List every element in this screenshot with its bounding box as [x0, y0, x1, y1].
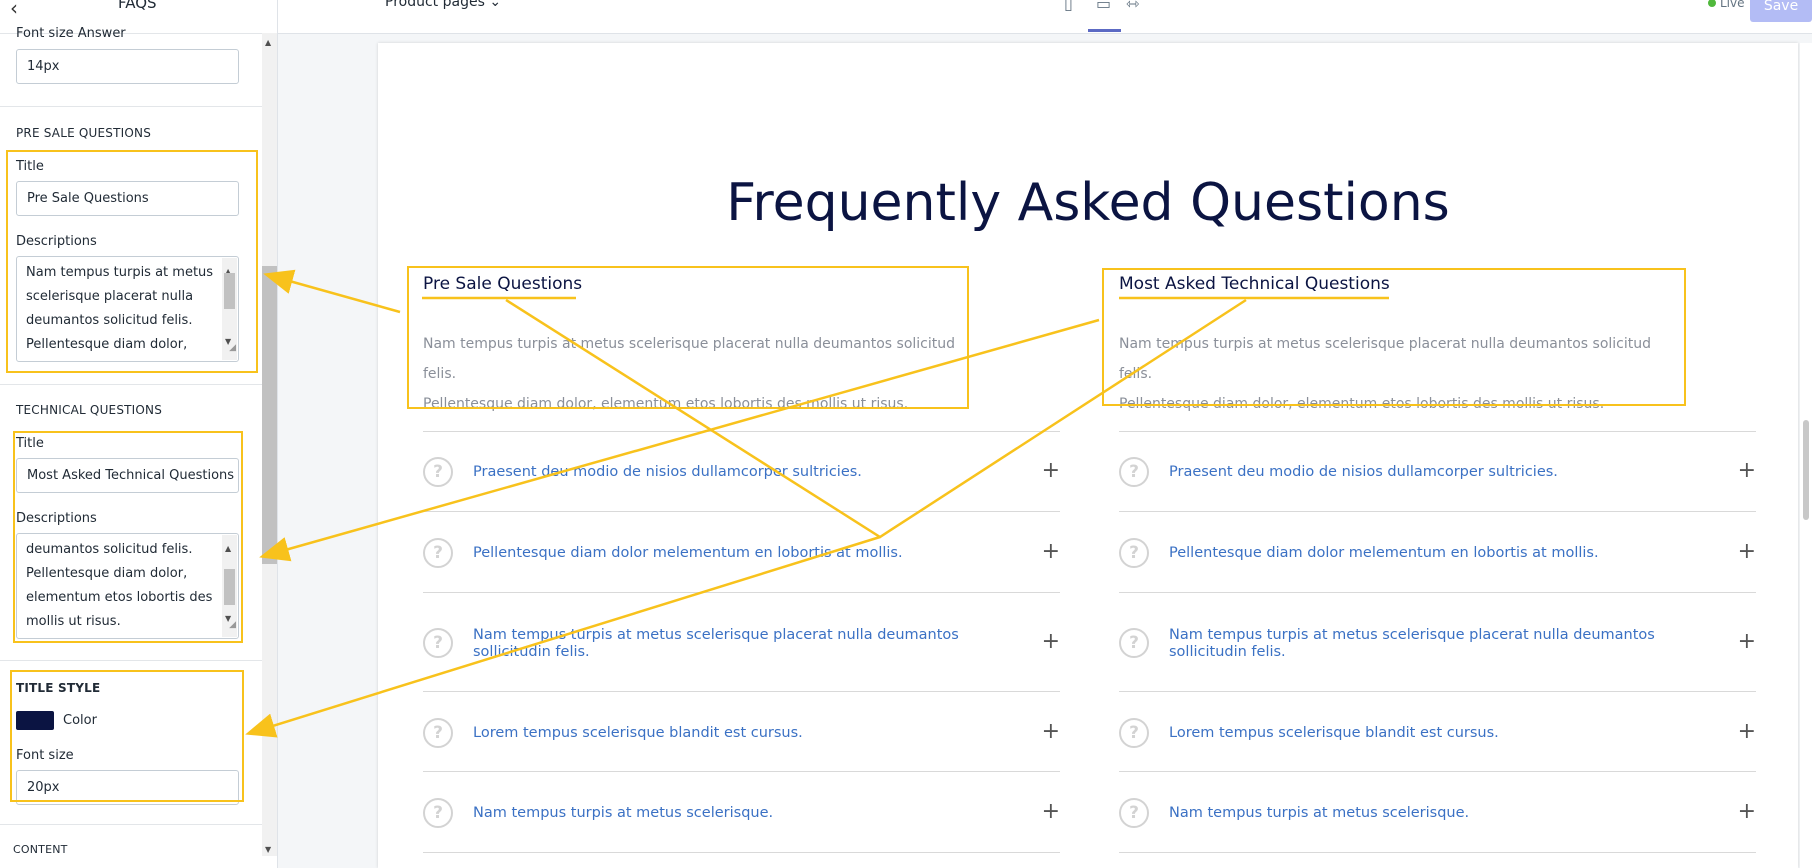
technical-section-heading: TECHNICAL QUESTIONS [16, 403, 163, 417]
annotation-box-technical-settings [13, 431, 243, 643]
question-icon: ? [1119, 798, 1149, 828]
plus-icon[interactable]: + [1042, 799, 1060, 824]
live-label: Live [1720, 0, 1745, 10]
faq-item[interactable]: ? Nam tempus turpis at metus scelerisque… [1119, 592, 1756, 692]
plus-icon[interactable]: + [1738, 719, 1756, 744]
plus-icon[interactable]: + [1042, 539, 1060, 564]
plus-icon[interactable]: + [1738, 539, 1756, 564]
question-icon: ? [423, 798, 453, 828]
plus-icon[interactable]: + [1042, 629, 1060, 654]
editor-topbar: Product pages ⌄ ▯ ▭ ⇿ Live Save [278, 0, 1812, 34]
faq-item[interactable]: ? Praesent deu modio de nisios dullamcor… [423, 431, 1060, 512]
faq-question: Praesent deu modio de nisios dullamcorpe… [1169, 464, 1558, 480]
plus-icon[interactable]: + [1042, 719, 1060, 744]
faq-item[interactable]: ? Nam tempus turpis at metus scelerisque… [423, 592, 1060, 692]
page-selector-label: Product pages [385, 0, 485, 10]
sidebar-scroll-thumb[interactable] [262, 266, 277, 564]
plus-icon[interactable]: + [1738, 458, 1756, 483]
page-title: Frequently Asked Questions [726, 173, 1450, 233]
faq-divider [423, 852, 1060, 854]
faq-question: Nam tempus turpis at metus scelerisque. [1169, 805, 1470, 821]
question-icon: ? [1119, 718, 1149, 748]
sidebar-title: FAQS [118, 0, 157, 12]
faq-question: Pellentesque diam dolor melementum en lo… [1169, 545, 1599, 561]
faq-item[interactable]: ? Pellentesque diam dolor melementum en … [423, 511, 1060, 592]
faq-question: Nam tempus turpis at metus scelerisque p… [1169, 627, 1655, 660]
faq-question: Praesent deu modio de nisios dullamcorpe… [473, 464, 862, 480]
content-section-heading: CONTENT [13, 843, 68, 856]
live-dot-icon [1708, 0, 1716, 7]
faq-item[interactable]: ? Praesent deu modio de nisios dullamcor… [1119, 431, 1756, 512]
pre-sale-section-heading: PRE SALE QUESTIONS [16, 126, 152, 140]
font-size-answer-label: Font size Answer [16, 26, 126, 41]
active-device-indicator [1088, 29, 1121, 32]
scroll-down-icon[interactable]: ▼ [265, 845, 271, 854]
annotation-box-pre-sale-preview [407, 266, 969, 409]
divider [0, 106, 262, 107]
scroll-up-icon[interactable]: ▲ [265, 38, 271, 47]
plus-icon[interactable]: + [1042, 458, 1060, 483]
faq-question: Lorem tempus scelerisque blandit est cur… [1169, 725, 1499, 741]
faq-question: Lorem tempus scelerisque blandit est cur… [473, 725, 803, 741]
question-icon: ? [423, 718, 453, 748]
divider [0, 824, 262, 825]
faq-item[interactable]: ? Pellentesque diam dolor melementum en … [1119, 511, 1756, 592]
annotation-box-pre-sale-settings [6, 150, 258, 373]
faq-item[interactable]: ? Lorem tempus scelerisque blandit est c… [1119, 691, 1756, 772]
desktop-icon[interactable]: ▭ [1096, 0, 1111, 13]
annotation-box-title-style [10, 670, 244, 802]
annotation-box-technical-preview [1102, 268, 1686, 406]
plus-icon[interactable]: + [1738, 629, 1756, 654]
faq-question: Pellentesque diam dolor melementum en lo… [473, 545, 903, 561]
question-icon: ? [423, 538, 453, 568]
plus-icon[interactable]: + [1738, 799, 1756, 824]
divider [0, 660, 262, 661]
question-icon: ? [423, 457, 453, 487]
live-status: Live [1708, 0, 1745, 10]
preview-scroll-thumb[interactable] [1803, 420, 1809, 520]
question-icon: ? [1119, 538, 1149, 568]
font-size-answer-input[interactable]: 14px [16, 49, 239, 84]
faq-question: Nam tempus turpis at metus scelerisque p… [473, 627, 959, 660]
store-preview: Frequently Asked Questions Pre Sale Ques… [378, 43, 1798, 868]
save-button[interactable]: Save [1750, 0, 1812, 22]
question-icon: ? [1119, 628, 1149, 658]
mobile-icon[interactable]: ▯ [1064, 0, 1073, 13]
question-icon: ? [1119, 457, 1149, 487]
faq-divider [1119, 852, 1756, 854]
back-arrow-icon[interactable]: ‹ [10, 0, 18, 20]
page-selector[interactable]: Product pages ⌄ [385, 0, 501, 10]
fullscreen-icon[interactable]: ⇿ [1126, 0, 1139, 13]
faq-item[interactable]: ? Nam tempus turpis at metus scelerisque… [423, 771, 1060, 852]
faq-item[interactable]: ? Lorem tempus scelerisque blandit est c… [423, 691, 1060, 772]
chevron-down-icon: ⌄ [489, 0, 502, 10]
faq-question: Nam tempus turpis at metus scelerisque. [473, 805, 774, 821]
divider [0, 384, 262, 385]
faq-item[interactable]: ? Nam tempus turpis at metus scelerisque… [1119, 771, 1756, 852]
question-icon: ? [423, 628, 453, 658]
